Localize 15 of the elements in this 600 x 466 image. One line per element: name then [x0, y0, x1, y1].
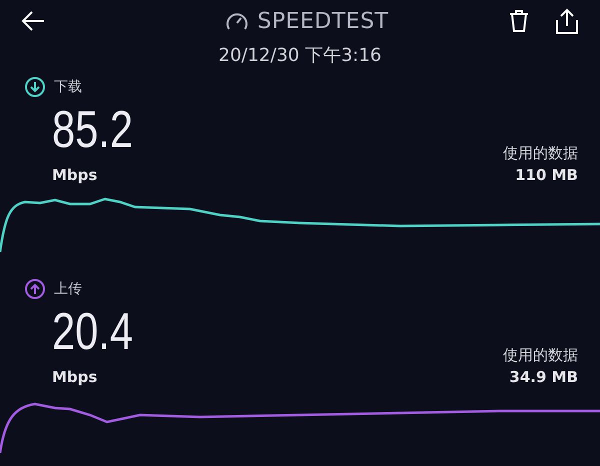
- data-used-label: 使用的数据: [503, 142, 578, 164]
- test-timestamp: 20/12/30 下午3:16: [218, 44, 382, 68]
- app-title: SPEEDTEST: [257, 8, 389, 36]
- data-used-value: 110 MB: [514, 165, 578, 186]
- data-used-label: 使用的数据: [503, 344, 578, 366]
- section-label: 上传: [54, 280, 82, 298]
- back-button[interactable]: [20, 10, 46, 32]
- speed-unit: Mbps: [52, 165, 98, 186]
- speed-unit: Mbps: [52, 367, 98, 388]
- speed-value: 20.4: [52, 306, 133, 358]
- share-button[interactable]: [554, 7, 580, 35]
- section-label: 下载: [54, 78, 82, 96]
- speed-value: 85.2: [52, 104, 133, 156]
- delete-button[interactable]: [508, 8, 530, 34]
- data-used-value: 34.9 MB: [508, 367, 578, 388]
